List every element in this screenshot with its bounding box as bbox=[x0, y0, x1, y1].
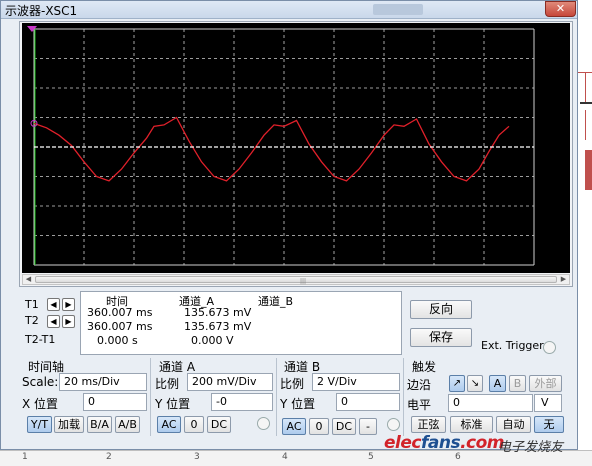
channel-b-scale-label: 比例 bbox=[280, 377, 305, 391]
trigger-group-label: 触发 bbox=[412, 360, 437, 374]
channel-a-ac-button[interactable]: AC bbox=[157, 416, 181, 433]
channel-b-zero-button[interactable]: 0 bbox=[309, 418, 329, 435]
save-button[interactable]: 保存 bbox=[410, 328, 472, 347]
watermark-chinese: 电子发烧友 bbox=[498, 440, 564, 455]
timebase-scale-field[interactable]: 20 ms/Div bbox=[59, 373, 147, 391]
readout-t1-ch-a: 135.673 mV bbox=[184, 306, 252, 319]
title-decoration bbox=[373, 4, 423, 15]
ruler-mark: 1 bbox=[22, 452, 28, 462]
group-divider bbox=[150, 358, 151, 436]
channel-b-scale-field[interactable]: 2 V/Div bbox=[312, 373, 400, 391]
mode-load-button[interactable]: 加载 bbox=[54, 416, 84, 433]
readout-delta-time: 0.000 s bbox=[97, 334, 138, 347]
trigger-source-ext-button[interactable]: 外部 bbox=[529, 375, 562, 392]
trigger-none-button[interactable]: 无 bbox=[534, 416, 564, 433]
ruler-mark: 2 bbox=[106, 452, 112, 462]
scroll-left-icon[interactable]: ◀ bbox=[23, 275, 34, 284]
title-bar[interactable]: 示波器-XSC1 ✕ bbox=[1, 1, 577, 19]
mode-ab-button[interactable]: A/B bbox=[115, 416, 140, 433]
scroll-thumb[interactable]: ||| bbox=[35, 276, 557, 285]
scroll-right-icon[interactable]: ▶ bbox=[558, 275, 569, 284]
t2-right-arrow-icon[interactable]: ▶ bbox=[62, 315, 75, 328]
ruler-mark: 5 bbox=[368, 452, 374, 462]
schematic-wire bbox=[585, 110, 586, 140]
scope-display bbox=[22, 23, 570, 273]
trigger-single-button[interactable]: 正弦 bbox=[411, 416, 446, 433]
channel-b-ac-button[interactable]: AC bbox=[282, 418, 306, 435]
t2-label: T2 bbox=[25, 314, 39, 327]
channel-b-dc-button[interactable]: DC bbox=[332, 418, 356, 435]
channel-a-ypos-field[interactable]: -0 bbox=[211, 393, 273, 411]
readout-t2-ch-a: 135.673 mV bbox=[184, 320, 252, 333]
trigger-normal-button[interactable]: 标准 bbox=[450, 416, 493, 433]
group-divider bbox=[403, 358, 404, 436]
channel-a-dc-button[interactable]: DC bbox=[207, 416, 231, 433]
schematic-wire bbox=[585, 72, 586, 102]
channel-a-terminal[interactable] bbox=[257, 417, 270, 430]
group-divider bbox=[276, 358, 277, 436]
rising-edge-icon[interactable]: ↗ bbox=[449, 375, 465, 392]
t1-label: T1 bbox=[25, 298, 39, 311]
reverse-button[interactable]: 反向 bbox=[410, 300, 472, 319]
channel-b-ypos-field[interactable]: 0 bbox=[336, 393, 400, 411]
watermark-logo: elecfans.com bbox=[384, 433, 504, 453]
schematic-wire bbox=[580, 102, 592, 104]
readout-delta-ch-a: 0.000 V bbox=[191, 334, 234, 347]
close-button[interactable]: ✕ bbox=[545, 1, 576, 17]
t2t1-label: T2-T1 bbox=[25, 333, 56, 346]
trigger-source-b-button[interactable]: B bbox=[509, 375, 526, 392]
cursor-readout: 时间 通道_A 通道_B 360.007 ms 135.673 mV 360.0… bbox=[80, 291, 402, 355]
grip-icon: ||| bbox=[300, 278, 307, 285]
channel-b-terminal[interactable] bbox=[387, 418, 400, 431]
t2-left-arrow-icon[interactable]: ◀ bbox=[47, 315, 60, 328]
oscilloscope-window: 示波器-XSC1 ✕ ◀ ||| ▶ T1 T2 T2-T1 ◀ ▶ ◀ ▶ 时… bbox=[0, 0, 578, 450]
channel-a-scale-label: 比例 bbox=[155, 377, 180, 391]
scope-traces bbox=[30, 116, 534, 182]
readout-t1-time: 360.007 ms bbox=[87, 306, 153, 319]
t1-left-arrow-icon[interactable]: ◀ bbox=[47, 298, 60, 311]
channel-a-zero-button[interactable]: 0 bbox=[184, 416, 204, 433]
ext-trigger-terminal[interactable] bbox=[543, 341, 556, 354]
ruler-mark: 4 bbox=[282, 452, 288, 462]
trigger-source-a-button[interactable]: A bbox=[489, 375, 506, 392]
ruler-mark: 3 bbox=[194, 452, 200, 462]
channel-a-scale-field[interactable]: 200 mV/Div bbox=[187, 373, 273, 391]
horizontal-scrollbar[interactable]: ◀ ||| ▶ bbox=[22, 274, 570, 285]
readout-t2-time: 360.007 ms bbox=[87, 320, 153, 333]
channel-b-ypos-label: Y 位置 bbox=[280, 397, 316, 411]
trace-channel-a bbox=[33, 116, 510, 182]
x-position-label: X 位置 bbox=[22, 397, 59, 411]
site-watermark: elecfans.com 电子发烧友 bbox=[376, 433, 592, 457]
mode-yt-button[interactable]: Y/T bbox=[27, 416, 52, 433]
trigger-level-field[interactable]: 0 bbox=[448, 394, 533, 412]
desktop: 1 2 3 4 5 6 示波器-XSC1 ✕ ◀ ||| ▶ T1 T2 T2-… bbox=[0, 0, 592, 466]
ext-trigger-label: Ext. Trigger bbox=[481, 339, 544, 352]
schematic-wire bbox=[585, 150, 592, 190]
readout-header-ch-b: 通道_B bbox=[258, 295, 294, 308]
channel-a-ypos-label: Y 位置 bbox=[155, 397, 191, 411]
falling-edge-icon[interactable]: ↘ bbox=[467, 375, 483, 392]
mode-ba-button[interactable]: B/A bbox=[87, 416, 112, 433]
trigger-level-label: 电平 bbox=[407, 398, 432, 412]
channel-b-invert-button[interactable]: - bbox=[359, 418, 377, 435]
x-position-field[interactable]: 0 bbox=[83, 393, 147, 411]
trigger-auto-button[interactable]: 自动 bbox=[496, 416, 531, 433]
trigger-level-unit[interactable]: V bbox=[534, 394, 562, 412]
t1-right-arrow-icon[interactable]: ▶ bbox=[62, 298, 75, 311]
window-title: 示波器-XSC1 bbox=[5, 4, 78, 18]
timebase-scale-label: Scale: bbox=[22, 375, 59, 389]
trigger-edge-label: 边沿 bbox=[407, 378, 432, 392]
